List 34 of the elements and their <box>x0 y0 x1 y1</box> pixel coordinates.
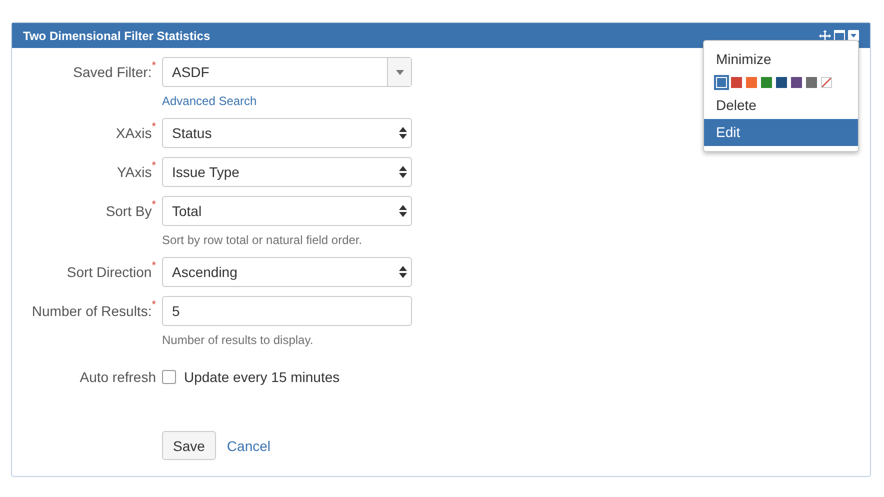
checkbox[interactable] <box>162 370 176 384</box>
input-field[interactable]: 5 <box>162 296 412 326</box>
updown-icon <box>399 127 407 139</box>
cancel-link[interactable]: Cancel <box>226 438 271 454</box>
select-field[interactable]: Status <box>162 118 412 148</box>
color-swatch[interactable] <box>776 77 787 88</box>
save-button[interactable]: Save <box>162 431 216 460</box>
select-field[interactable]: Ascending <box>162 257 412 287</box>
field-label: Auto refresh <box>78 369 157 385</box>
menu-item[interactable]: Delete <box>704 92 858 119</box>
select-field[interactable]: Issue Type <box>162 157 412 187</box>
advanced-search-link[interactable]: Advanced Search <box>162 94 257 108</box>
updown-icon <box>399 166 407 178</box>
help-text: Number of results to display. <box>162 332 314 349</box>
updown-icon <box>399 205 407 217</box>
dropdown-icon[interactable] <box>848 30 859 41</box>
color-swatch[interactable] <box>714 75 729 90</box>
color-swatch[interactable] <box>761 77 772 88</box>
help-text: Sort by row total or natural field order. <box>162 232 364 249</box>
color-swatch[interactable] <box>791 77 802 88</box>
caret-icon <box>396 70 404 74</box>
color-swatch[interactable] <box>731 77 742 88</box>
color-swatch[interactable] <box>806 77 817 88</box>
checkbox-label: Update every 15 minutes <box>184 369 340 385</box>
menu-item[interactable]: Minimize <box>704 46 858 73</box>
filter-combobox[interactable]: ASDF <box>162 57 412 87</box>
panel-title: Two Dimensional Filter Statistics <box>23 28 210 42</box>
move-icon[interactable] <box>819 30 831 42</box>
no-color-swatch[interactable] <box>821 77 832 88</box>
menu-item[interactable]: Edit <box>704 119 858 146</box>
select-field[interactable]: Total <box>162 196 412 226</box>
color-swatch[interactable] <box>746 77 757 88</box>
updown-icon <box>399 266 407 278</box>
maximize-icon[interactable] <box>834 30 845 41</box>
